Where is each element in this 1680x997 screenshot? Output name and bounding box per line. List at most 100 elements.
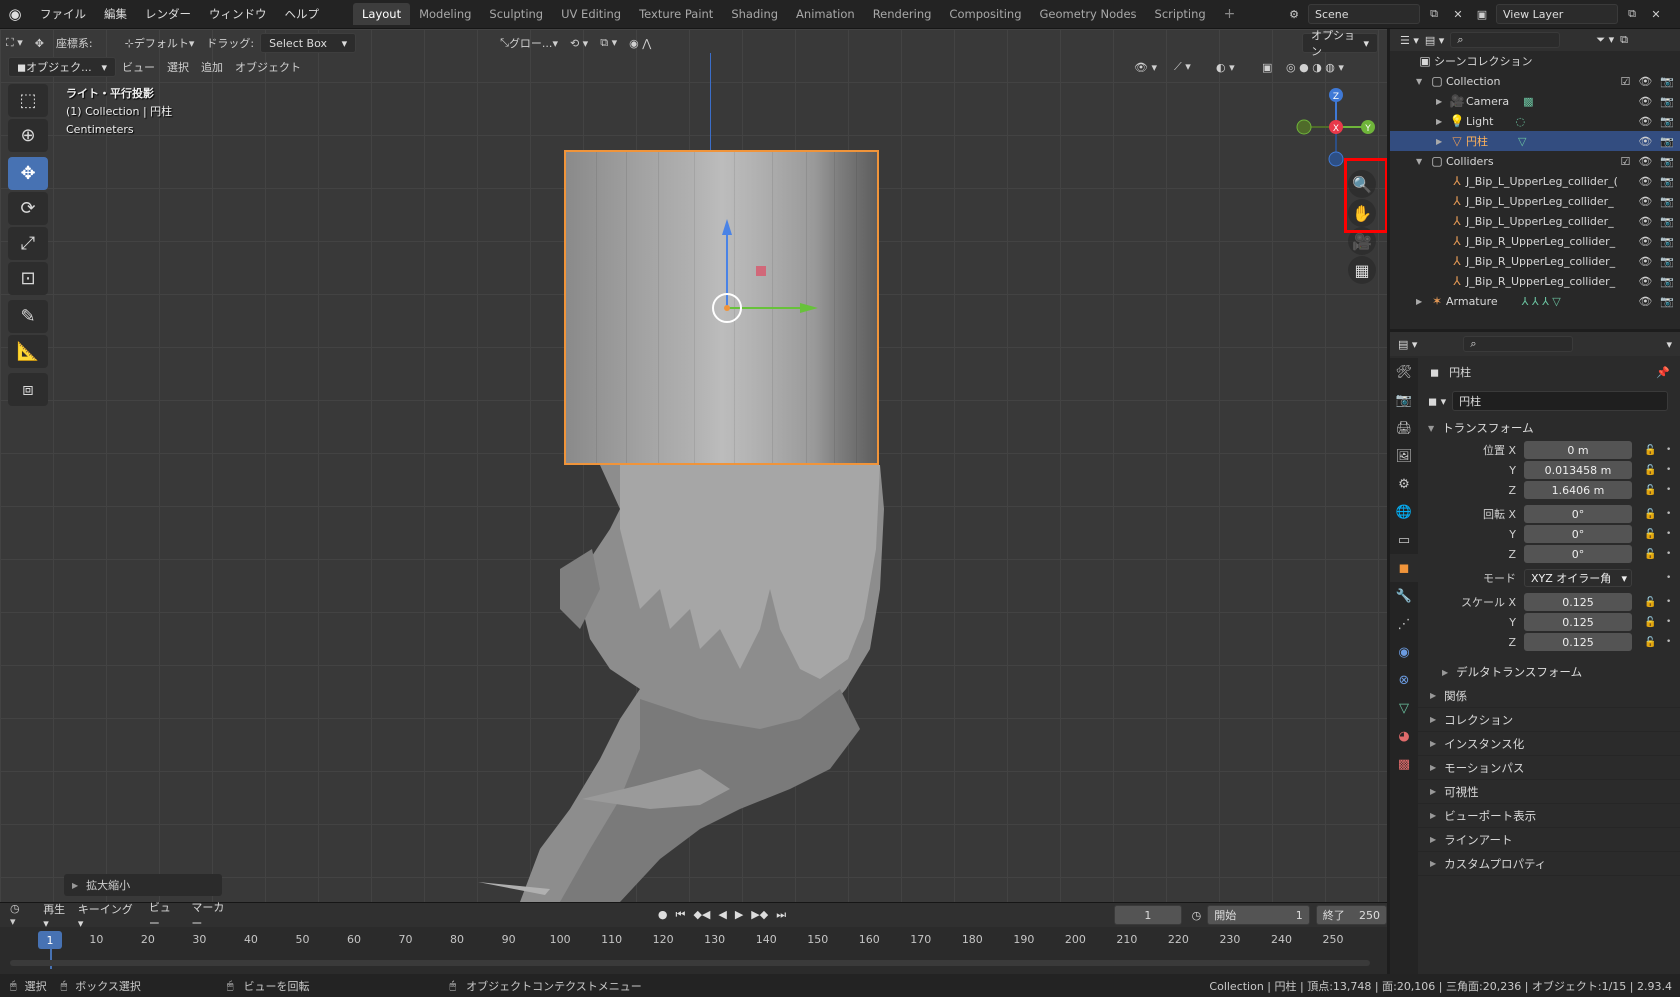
keyframe-dot[interactable]: •	[1666, 529, 1671, 539]
constraints-tab-icon[interactable]: ⊗	[1390, 666, 1418, 694]
playhead[interactable]	[50, 949, 52, 969]
particles-tab-icon[interactable]: ⋰	[1390, 610, 1418, 638]
play-reverse-icon[interactable]: ◀	[718, 908, 726, 922]
physics-tab-icon[interactable]: ◉	[1390, 638, 1418, 666]
output-tab-icon[interactable]: 🖨	[1390, 414, 1418, 442]
camera-render-icon[interactable]: 📷	[1660, 275, 1674, 288]
lock-icon[interactable]: 🔓	[1644, 465, 1656, 476]
lock-icon[interactable]: 🔓	[1644, 529, 1656, 540]
eye-icon[interactable]: 👁	[1638, 115, 1652, 128]
eye-icon[interactable]: 👁	[1638, 235, 1652, 248]
eye-icon[interactable]: 👁	[1638, 135, 1652, 148]
lock-icon[interactable]: 🔓	[1644, 617, 1656, 628]
3d-viewport[interactable]: ⛶ ▾ ✥ 座標系: ⊹ デフォルト ▾ ドラッグ: Select Box ▾ ⤡…	[0, 29, 1387, 902]
camera-render-icon[interactable]: 📷	[1660, 135, 1674, 148]
filter-icon[interactable]: ⏷ ▾	[1596, 33, 1614, 47]
exclude-checkbox[interactable]: ☑	[1620, 75, 1630, 88]
current-frame-field[interactable]: 1	[1114, 905, 1182, 925]
object-tab-icon[interactable]: ◼	[1390, 554, 1418, 582]
outliner-row-camera[interactable]: ▶ 🎥 Camera ▩ 👁 📷	[1390, 91, 1680, 111]
eye-icon[interactable]: 👁	[1638, 95, 1652, 108]
lock-icon[interactable]: 🔓	[1644, 549, 1656, 560]
outliner-row-cylinder[interactable]: ▶ ▽ 円柱 ▽ 👁 📷	[1390, 131, 1680, 151]
location-x-field[interactable]: 0 m	[1524, 441, 1632, 459]
scale-y-field[interactable]: 0.125	[1524, 613, 1632, 631]
eye-icon[interactable]: 👁	[1638, 215, 1652, 228]
outliner-row-collider[interactable]: ⅄ J_Bip_L_UpperLeg_collider_ 👁 📷	[1390, 191, 1680, 211]
menu-file[interactable]: ファイル	[32, 2, 94, 26]
prev-keyframe-icon[interactable]: ◆◀	[693, 908, 710, 922]
menu-keying[interactable]: キーイング ▾	[78, 901, 137, 930]
camera-render-icon[interactable]: 📷	[1660, 155, 1674, 168]
tab-sculpting[interactable]: Sculpting	[480, 3, 552, 25]
section-collections[interactable]: ▶ コレクション	[1418, 708, 1680, 732]
new-view-layer-icon[interactable]: ⧉	[1622, 4, 1642, 24]
outliner-row-armature[interactable]: ▶ ✶ Armature ⅄ ⅄ ⅄ ▽ 👁 📷	[1390, 291, 1680, 311]
add-workspace-icon[interactable]: +	[1215, 3, 1245, 25]
view-layer-selector-icon[interactable]: ▣	[1472, 4, 1492, 24]
section-visibility[interactable]: ▶ 可視性	[1418, 780, 1680, 804]
section-viewport-display[interactable]: ▶ ビューポート表示	[1418, 804, 1680, 828]
eye-icon[interactable]: 👁	[1638, 195, 1652, 208]
transform-panel-header[interactable]: ▼ トランスフォーム	[1418, 416, 1680, 440]
collection-tab-icon[interactable]: ▭	[1390, 526, 1418, 554]
data-tab-icon[interactable]: ▽	[1390, 694, 1418, 722]
rotation-x-field[interactable]: 0°	[1524, 505, 1632, 523]
outliner-row-collider[interactable]: ⅄ J_Bip_R_UpperLeg_collider_ 👁 📷	[1390, 271, 1680, 291]
camera-render-icon[interactable]: 📷	[1660, 235, 1674, 248]
last-operator-panel[interactable]: ▶ 拡大縮小	[64, 874, 222, 896]
lock-icon[interactable]: 🔓	[1644, 597, 1656, 608]
camera-render-icon[interactable]: 📷	[1660, 115, 1674, 128]
render-tab-icon[interactable]: 📷	[1390, 386, 1418, 414]
keyframe-dot[interactable]: •	[1666, 617, 1671, 627]
move-gizmo[interactable]	[0, 29, 1387, 902]
outliner-row-collider[interactable]: ⅄ J_Bip_R_UpperLeg_collider_ 👁 📷	[1390, 231, 1680, 251]
keyframe-dot[interactable]: •	[1666, 509, 1671, 519]
tab-shading[interactable]: Shading	[722, 3, 787, 25]
rotation-mode-dropdown[interactable]: XYZ オイラー角 ▾	[1524, 569, 1632, 587]
eye-icon[interactable]: 👁	[1638, 75, 1652, 88]
exclude-checkbox[interactable]: ☑	[1620, 155, 1630, 168]
object-type-dropdown-icon[interactable]: ◼ ▾	[1428, 395, 1446, 408]
outliner-row-collection[interactable]: ▼ ▢ Collection ☑ 👁 📷	[1390, 71, 1680, 91]
section-custom-properties[interactable]: ▶ カスタムプロパティ	[1418, 852, 1680, 876]
lock-icon[interactable]: 🔓	[1644, 445, 1656, 456]
keyframe-dot[interactable]: •	[1666, 597, 1671, 607]
section-motion-paths[interactable]: ▶ モーションパス	[1418, 756, 1680, 780]
eye-icon[interactable]: 👁	[1638, 255, 1652, 268]
menu-edit[interactable]: 編集	[96, 2, 135, 26]
next-keyframe-icon[interactable]: ▶◆	[751, 908, 768, 922]
camera-render-icon[interactable]: 📷	[1660, 95, 1674, 108]
camera-render-icon[interactable]: 📷	[1660, 195, 1674, 208]
material-tab-icon[interactable]: ◕	[1390, 722, 1418, 750]
properties-editor-icon[interactable]: ▤ ▾	[1398, 338, 1417, 351]
tool-tab-icon[interactable]: 🛠	[1390, 358, 1418, 386]
section-line-art[interactable]: ▶ ラインアート	[1418, 828, 1680, 852]
record-icon[interactable]: ●	[658, 908, 668, 922]
new-scene-icon[interactable]: ⧉	[1424, 4, 1444, 24]
scene-tab-icon[interactable]: ⚙	[1390, 470, 1418, 498]
eye-icon[interactable]: 👁	[1638, 295, 1652, 308]
menu-render[interactable]: レンダー	[137, 2, 199, 26]
current-frame-marker[interactable]: 1	[38, 931, 62, 949]
start-frame-field[interactable]: 開始 1	[1207, 905, 1310, 925]
camera-render-icon[interactable]: 📷	[1660, 215, 1674, 228]
lock-icon[interactable]: 🔓	[1644, 509, 1656, 520]
modifier-tab-icon[interactable]: 🔧	[1390, 582, 1418, 610]
camera-render-icon[interactable]: 📷	[1660, 295, 1674, 308]
pin-icon[interactable]: 📌	[1656, 366, 1670, 379]
delete-scene-icon[interactable]: ✕	[1448, 4, 1468, 24]
menu-timeline-view[interactable]: ビュー	[149, 899, 179, 931]
eye-icon[interactable]: 👁	[1638, 155, 1652, 168]
scene-name-field[interactable]: Scene	[1308, 4, 1420, 24]
keyframe-dot[interactable]: •	[1666, 445, 1671, 455]
outliner-search-input[interactable]: ⌕	[1450, 32, 1561, 48]
location-z-field[interactable]: 1.6406 m	[1524, 481, 1632, 499]
timeline-ruler[interactable]: 1 10 20 30 40 50 60 70 80 90 100 110 120 130 140 150 160…	[0, 929, 1387, 969]
keyframe-dot[interactable]: •	[1666, 637, 1671, 647]
scene-collection-row[interactable]: ▣ シーンコレクション	[1390, 51, 1680, 71]
tab-geometry-nodes[interactable]: Geometry Nodes	[1031, 3, 1146, 25]
tab-layout[interactable]: Layout	[353, 3, 411, 25]
tab-animation[interactable]: Animation	[787, 3, 864, 25]
rotation-y-field[interactable]: 0°	[1524, 525, 1632, 543]
